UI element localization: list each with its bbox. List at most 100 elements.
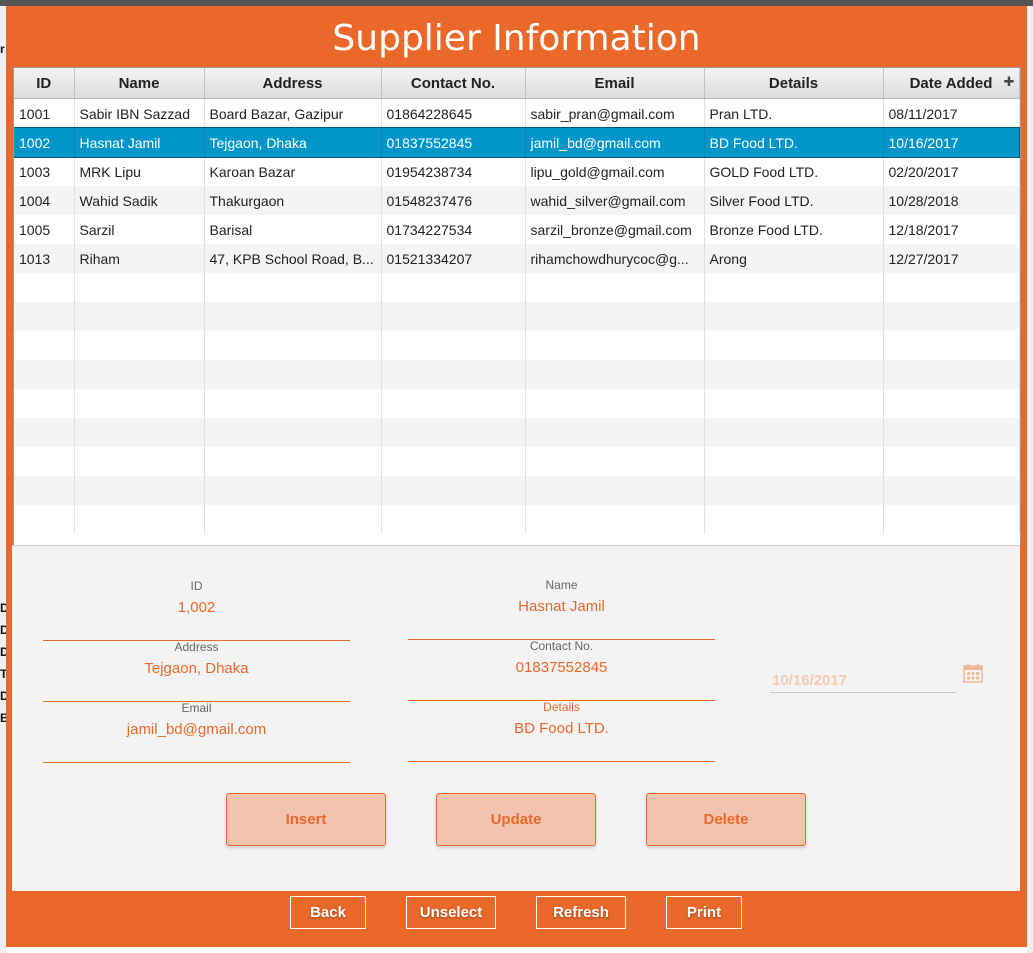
empty-cell <box>704 447 884 476</box>
window-title: Supplier Information <box>332 18 701 59</box>
cell-name[interactable]: Sabir IBN Sazzad <box>74 98 205 128</box>
cell-name[interactable]: Hasnat Jamil <box>74 128 205 157</box>
column-header-email[interactable]: Email <box>525 68 705 99</box>
cell-address[interactable]: Tejgaon, Dhaka <box>204 128 382 157</box>
details-field[interactable]: Details BD Food LTD. <box>408 700 715 762</box>
table-row[interactable]: 1001 Sabir IBN Sazzad Board Bazar, Gazipur… <box>14 98 1020 128</box>
cell-date-added[interactable]: 02/20/2017 <box>883 157 1020 186</box>
cell-name[interactable]: Riham <box>74 244 205 273</box>
cell-email[interactable]: sabir_pran@gmail.com <box>525 98 705 128</box>
insert-button[interactable]: Insert <box>226 793 386 846</box>
table-row[interactable]: 1004 Wahid Sadik Thakurgaon 01548237476 wahi… <box>14 186 1020 215</box>
empty-cell <box>204 505 382 534</box>
cell-date-added[interactable]: 12/27/2017 <box>883 244 1020 273</box>
cell-details[interactable]: BD Food LTD. <box>704 128 884 157</box>
address-field[interactable]: Address Tejgaon, Dhaka <box>43 640 350 702</box>
column-header-date-added[interactable]: Date Added ✚ <box>883 68 1020 99</box>
column-header-contact[interactable]: Contact No. <box>381 68 526 99</box>
email-label: Email <box>181 701 212 715</box>
plus-icon[interactable]: ✚ <box>1004 74 1015 90</box>
column-header-id[interactable]: ID <box>14 68 75 99</box>
empty-cell <box>883 418 1020 447</box>
empty-cell <box>525 360 705 389</box>
cell-details[interactable]: Pran LTD. <box>704 98 884 128</box>
cell-contact[interactable]: 01548237476 <box>381 186 526 215</box>
cell-date-added[interactable]: 08/11/2017 <box>883 98 1020 128</box>
column-header-name[interactable]: Name <box>74 68 205 99</box>
cell-id[interactable]: 1013 <box>14 244 75 273</box>
date-picker-field[interactable]: 10/16/2017 <box>770 668 956 693</box>
cell-details[interactable]: Bronze Food LTD. <box>704 215 884 244</box>
cell-id[interactable]: 1004 <box>14 186 75 215</box>
cell-contact[interactable]: 01734227534 <box>381 215 526 244</box>
cell-id[interactable]: 1005 <box>14 215 75 244</box>
empty-table-row <box>14 447 1020 476</box>
empty-cell <box>204 447 382 476</box>
cell-id[interactable]: 1003 <box>14 157 75 186</box>
empty-cell <box>204 418 382 447</box>
cell-contact[interactable]: 01954238734 <box>381 157 526 186</box>
cell-id[interactable]: 1002 <box>14 128 75 157</box>
cell-name[interactable]: MRK Lipu <box>74 157 205 186</box>
table-row[interactable]: 1002 Hasnat Jamil Tejgaon, Dhaka 0183755284… <box>14 127 1020 158</box>
contact-label: Contact No. <box>529 639 594 653</box>
empty-cell <box>14 360 75 389</box>
contact-field[interactable]: Contact No. 01837552845 <box>408 639 715 701</box>
unselect-button[interactable]: Unselect <box>406 896 496 929</box>
name-field[interactable]: Name Hasnat Jamil <box>408 578 715 640</box>
empty-cell <box>704 360 884 389</box>
table-row[interactable]: 1003 MRK Lipu Karoan Bazar 01954238734 lipu_… <box>14 157 1020 186</box>
cell-date-added[interactable]: 12/18/2017 <box>883 215 1020 244</box>
empty-cell <box>525 331 705 360</box>
empty-cell <box>883 447 1020 476</box>
cell-address[interactable]: Board Bazar, Gazipur <box>204 98 382 128</box>
cell-address[interactable]: Karoan Bazar <box>204 157 382 186</box>
cell-contact[interactable]: 01837552845 <box>381 128 526 157</box>
cell-name[interactable]: Sarzil <box>74 215 205 244</box>
update-button[interactable]: Update <box>436 793 596 846</box>
cell-details[interactable]: Silver Food LTD. <box>704 186 884 215</box>
cell-name[interactable]: Wahid Sadik <box>74 186 205 215</box>
empty-cell <box>381 447 526 476</box>
details-value[interactable]: BD Food LTD. <box>408 720 715 737</box>
delete-button[interactable]: Delete <box>646 793 806 846</box>
print-button[interactable]: Print <box>666 896 742 929</box>
cell-contact[interactable]: 01864228645 <box>381 98 526 128</box>
cell-date-added[interactable]: 10/16/2017 <box>883 128 1020 157</box>
cell-details[interactable]: Arong <box>704 244 884 273</box>
cell-date-added[interactable]: 10/28/2018 <box>883 186 1020 215</box>
cell-contact[interactable]: 01521334207 <box>381 244 526 273</box>
id-label: ID <box>190 579 203 593</box>
empty-cell <box>525 273 705 302</box>
column-header-address[interactable]: Address <box>204 68 382 99</box>
cell-id[interactable]: 1001 <box>14 98 75 128</box>
id-field[interactable]: ID 1,002 <box>43 579 350 641</box>
contact-value[interactable]: 01837552845 <box>408 659 715 676</box>
email-field[interactable]: Email jamil_bd@gmail.com <box>43 701 350 763</box>
empty-cell <box>14 302 75 331</box>
refresh-button[interactable]: Refresh <box>536 896 626 929</box>
back-button[interactable]: Back <box>290 896 366 929</box>
cell-email[interactable]: lipu_gold@gmail.com <box>525 157 705 186</box>
date-value[interactable]: 10/16/2017 <box>772 672 847 689</box>
table-row[interactable]: 1013 Riham 47, KPB School Road, B... 015213… <box>14 244 1020 273</box>
name-value[interactable]: Hasnat Jamil <box>408 598 715 615</box>
cell-email[interactable]: wahid_silver@gmail.com <box>525 186 705 215</box>
address-value[interactable]: Tejgaon, Dhaka <box>43 660 350 677</box>
cell-address[interactable]: Thakurgaon <box>204 186 382 215</box>
cell-address[interactable]: 47, KPB School Road, B... <box>204 244 382 273</box>
cell-details[interactable]: GOLD Food LTD. <box>704 157 884 186</box>
empty-cell <box>525 389 705 418</box>
email-value[interactable]: jamil_bd@gmail.com <box>43 721 350 738</box>
cell-email[interactable]: sarzil_bronze@gmail.com <box>525 215 705 244</box>
empty-cell <box>204 389 382 418</box>
table-row[interactable]: 1005 Sarzil Barisal 01734227534 sarzil_bronz… <box>14 215 1020 244</box>
column-header-details[interactable]: Details <box>704 68 884 99</box>
empty-table-row <box>14 505 1020 534</box>
id-value[interactable]: 1,002 <box>43 599 350 616</box>
cell-email[interactable]: jamil_bd@gmail.com <box>525 128 705 157</box>
supplier-table[interactable]: ID Name Address Contact No. Email Detail… <box>13 67 1021 546</box>
cell-address[interactable]: Barisal <box>204 215 382 244</box>
cell-email[interactable]: rihamchowdhurycoc@g... <box>525 244 705 273</box>
calendar-icon[interactable] <box>963 663 983 683</box>
